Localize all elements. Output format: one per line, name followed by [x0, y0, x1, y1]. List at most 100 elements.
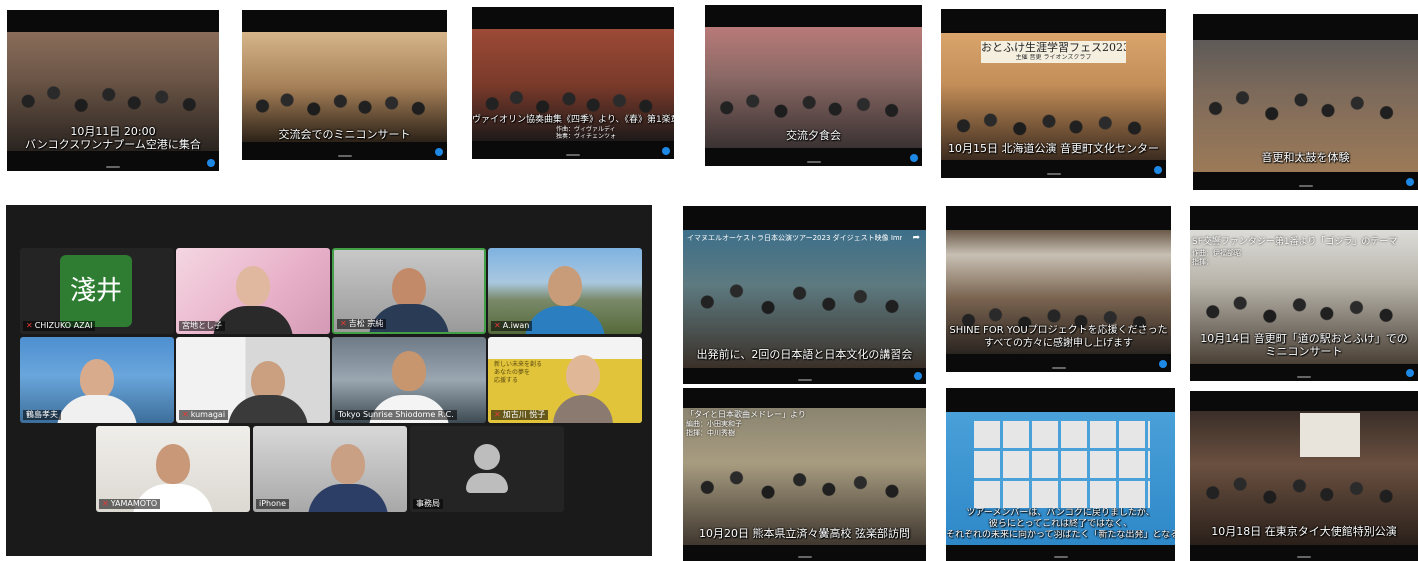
- participant-tile[interactable]: ✕ YAMAMOTO: [96, 426, 250, 512]
- mic-off-icon: ✕: [26, 321, 33, 330]
- player-handle[interactable]: [1053, 556, 1068, 558]
- participant-name: iPhone: [256, 499, 290, 509]
- caption-line: 10月18日 在東京タイ大使館特別公演: [1211, 525, 1397, 538]
- video-thumbnail-dinner[interactable]: 交流夕食会: [705, 5, 922, 166]
- player-handle[interactable]: [1297, 376, 1311, 378]
- participant-tile[interactable]: 宮地とし子: [176, 248, 330, 334]
- caption-line: 10月15日 北海道公演 音更町文化センター: [948, 142, 1159, 155]
- thumb-top-bar: [1193, 14, 1418, 40]
- participant-body: [525, 306, 605, 334]
- video-thumbnail-kumamoto[interactable]: 「タイと日本歌曲メドレー」より 編曲：小田実和子 指揮：中川秀樹 10月20日 …: [683, 388, 926, 561]
- video-thumbnail-digest[interactable]: イマヌエルオーケストラ日本公演ツアー2023 ダイジェスト映像 Immanuel…: [683, 206, 926, 384]
- player-handle[interactable]: [1298, 185, 1313, 187]
- card-text-line: 新しい未来を創る: [494, 361, 543, 368]
- participant-tile[interactable]: Tokyo Sunrise Shiodome R.C.: [332, 337, 486, 423]
- video-thumbnail-embassy[interactable]: 10月18日 在東京タイ大使館特別公演: [1190, 391, 1418, 561]
- participant-face: [392, 351, 426, 391]
- participant-tile-active[interactable]: ✕ 吉松 宗純: [332, 248, 486, 334]
- caption-line: 出発前に、2回の日本語と日本文化の講習会: [696, 348, 913, 361]
- participant-face: [80, 359, 114, 399]
- zoom-gallery: 淺井 ✕ CHIZUKO AZAI 宮地とし子 ✕ 吉松 宗純 ✕ A.iwan 鶴島…: [6, 205, 652, 556]
- player-handle[interactable]: [106, 166, 120, 168]
- player-handle[interactable]: [1046, 173, 1061, 175]
- participant-tile[interactable]: ✕ A.iwan: [488, 248, 642, 334]
- video-thumbnail-hokkaido[interactable]: おとふけ生涯学習フェス2023 主催 音更 ライオンズクラブ 10月15日 北海…: [941, 9, 1166, 178]
- window-light: [1300, 413, 1360, 457]
- video-thumbnail-taiko[interactable]: 音更和太鼓を体験: [1193, 14, 1418, 190]
- participant-name: Tokyo Sunrise Shiodome R.C.: [335, 410, 457, 420]
- player-handle[interactable]: [797, 379, 812, 381]
- participant-tile[interactable]: 新しい未来を創る あなたの夢を 応援する ✕ 加古川 悦子: [488, 337, 642, 423]
- caption-line: 彼らにとってこれは終了ではなく、: [988, 519, 1133, 529]
- participant-face: [392, 268, 426, 308]
- status-dot: [910, 154, 918, 162]
- caption-line: すべての方々に感謝申し上げます: [984, 338, 1133, 349]
- event-banner: おとふけ生涯学習フェス2023 主催 音更 ライオンズクラブ: [981, 41, 1126, 63]
- thumb-top-bar: [1190, 391, 1418, 411]
- mic-off-icon: ✕: [340, 319, 347, 328]
- thumb-top-bar: [683, 388, 926, 408]
- thumb-top-bar: [941, 9, 1166, 31]
- status-dot: [1159, 360, 1167, 368]
- caption-line: 10月14日 音更町「道の駅おとふけ」での: [1200, 332, 1408, 345]
- default-avatar-icon: [474, 444, 500, 470]
- status-dot: [1154, 166, 1162, 174]
- video-thumbnail-thanks[interactable]: SHINE FOR YOUプロジェクトを応援くださった すべての方々に感謝申し上…: [946, 206, 1171, 372]
- share-icon[interactable]: ➦: [912, 233, 920, 243]
- thumb-bottom-bar: [1190, 365, 1418, 381]
- participant-face: [236, 266, 270, 306]
- video-thumbnail-mini-concert[interactable]: 交流会でのミニコンサート: [242, 10, 447, 160]
- caption-subline: SF交響ファンタジー第1番より「ゴジラ」のテーマ: [1192, 237, 1398, 247]
- video-title: イマヌエルオーケストラ日本公演ツアー2023 ダイジェスト映像 Immanuel…: [687, 234, 902, 242]
- thumb-bottom-bar: [242, 142, 447, 160]
- video-thumbnail-airport[interactable]: 10月11日 20:00 バンコクスワンナプーム空港に集合: [7, 10, 219, 171]
- thumb-bottom-bar: [1190, 545, 1418, 561]
- avatar: 淺井: [60, 255, 132, 327]
- card-text-line: 応援する: [494, 377, 519, 384]
- status-dot: [662, 147, 670, 155]
- player-handle[interactable]: [1297, 556, 1311, 558]
- thumb-scene: [242, 32, 447, 142]
- thumb-scene: おとふけ生涯学習フェス2023 主催 音更 ライオンズクラブ: [941, 33, 1166, 160]
- video-thumbnail-vivaldi[interactable]: ヴァイオリン協奏曲集《四季》より、《春》第1楽章 作曲：ヴィヴァルディ 独奏：ヴ…: [472, 7, 674, 159]
- video-thumbnail-michinoeki[interactable]: SF交響ファンタジー第1番より「ゴジラ」のテーマ 作曲：伊福部昭 指揮： 10月…: [1190, 206, 1418, 381]
- participant-tile[interactable]: ✕ kumagai: [176, 337, 330, 423]
- participant-body: [57, 395, 137, 423]
- participant-tile[interactable]: 事務局: [410, 426, 564, 512]
- caption-subline: 指揮：: [1192, 258, 1213, 266]
- player-handle[interactable]: [806, 161, 821, 163]
- thumb-top-bar: [7, 10, 219, 32]
- caption-subline: 独奏：ヴィチェンツォ: [556, 133, 617, 140]
- participant-name: ✕ CHIZUKO AZAI: [23, 321, 96, 331]
- video-thumbnail-members[interactable]: ツアーメンバーは、バンコクに戻りましたが、 彼らにとってこれは終了ではなく、 そ…: [946, 388, 1175, 561]
- player-handle[interactable]: [1051, 367, 1066, 369]
- player-handle[interactable]: [566, 154, 580, 156]
- status-dot: [914, 372, 922, 380]
- caption-line: 10月11日 20:00: [70, 125, 156, 138]
- caption-line: 交流会でのミニコンサート: [278, 128, 411, 141]
- thumb-top-bar: [472, 7, 674, 29]
- thumb-bottom-bar: [946, 354, 1171, 372]
- participant-tile[interactable]: 淺井 ✕ CHIZUKO AZAI: [20, 248, 174, 334]
- thumb-top-bar: [683, 206, 926, 230]
- caption-subline: 作曲：ヴィヴァルディ: [556, 126, 616, 133]
- participant-body: [308, 484, 389, 512]
- participant-name: ✕ A.iwan: [491, 321, 533, 331]
- card-text-line: あなたの夢を: [494, 369, 531, 376]
- default-avatar-body: [466, 473, 508, 493]
- player-handle[interactable]: [797, 556, 812, 558]
- participant-name: 鶴島孝夫: [23, 410, 61, 420]
- player-handle[interactable]: [337, 155, 352, 157]
- participant-tile[interactable]: iPhone: [253, 426, 407, 512]
- status-dot: [435, 148, 443, 156]
- thumb-top-bar: [242, 10, 447, 32]
- participant-tile[interactable]: 鶴島孝夫: [20, 337, 174, 423]
- thumb-bottom-bar: [705, 148, 922, 166]
- participant-face: [331, 444, 366, 484]
- participant-face: [548, 266, 582, 306]
- mic-off-icon: ✕: [494, 321, 501, 330]
- card-text-block: 新しい未来を創る あなたの夢を 応援する: [494, 361, 554, 385]
- member-photo-grid: [974, 418, 1150, 508]
- caption-line: バンコクスワンナプーム空港に集合: [25, 138, 201, 151]
- caption-subline: 指揮：中川秀樹: [686, 429, 735, 437]
